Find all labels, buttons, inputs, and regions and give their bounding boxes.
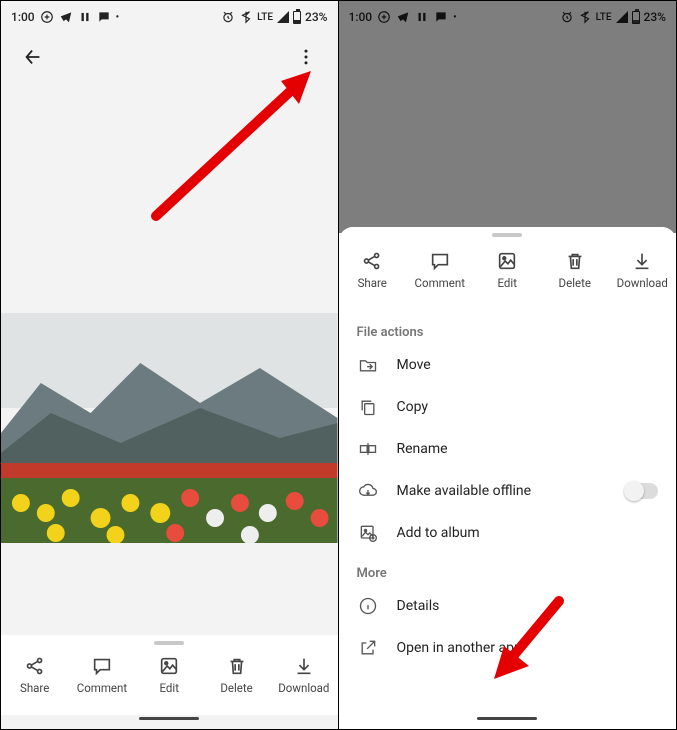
telegram-icon: [59, 10, 73, 24]
edit-button[interactable]: Edit: [139, 655, 199, 695]
edit-label: Edit: [159, 681, 178, 695]
comment-label: Comment: [415, 276, 465, 290]
copy-item[interactable]: Copy: [339, 386, 677, 428]
rename-icon: [357, 438, 379, 460]
left-screenshot: 1:00 •: [1, 1, 339, 729]
back-button[interactable]: [15, 39, 51, 75]
overflow-menu-button[interactable]: [288, 39, 324, 75]
status-time: 1:00: [349, 10, 373, 24]
download-label: Download: [278, 681, 329, 695]
drag-handle[interactable]: [154, 641, 184, 645]
status-bar: 1:00 •: [339, 1, 677, 33]
cloud-download-icon: [357, 480, 379, 502]
share-label: Share: [20, 681, 49, 695]
photo-image: [1, 313, 338, 543]
pause-icon: [78, 10, 92, 24]
details-item[interactable]: Details: [339, 585, 677, 627]
notification-icon: [377, 10, 391, 24]
add-album-item[interactable]: Add to album: [339, 512, 677, 554]
sheet-action-row: Share Comment Edit Delete Download: [339, 227, 677, 313]
scrim[interactable]: [339, 33, 677, 233]
battery-percent: 23%: [305, 10, 327, 24]
move-label: Move: [397, 357, 659, 373]
offline-item[interactable]: Make available offline: [339, 470, 677, 512]
comment-label: Comment: [77, 681, 127, 695]
network-label: LTE: [257, 12, 273, 23]
delete-label: Delete: [559, 276, 591, 290]
right-screenshot: 1:00 •: [339, 1, 677, 729]
photo-viewport[interactable]: [1, 81, 338, 635]
comment-button[interactable]: Comment: [72, 655, 132, 695]
more-notifications-icon: •: [453, 12, 457, 23]
more-notifications-icon: •: [116, 12, 120, 23]
open-other-app-label: Open in another app: [397, 640, 659, 656]
battery-icon: [632, 11, 640, 24]
status-time: 1:00: [11, 10, 35, 24]
telegram-icon: [396, 10, 410, 24]
move-item[interactable]: Move: [339, 344, 677, 386]
comment-button[interactable]: Comment: [410, 250, 470, 290]
message-icon: [97, 10, 111, 24]
add-album-label: Add to album: [397, 525, 659, 541]
battery-icon: [293, 11, 301, 24]
signal-icon: [616, 11, 628, 23]
folder-move-icon: [357, 354, 379, 376]
top-app-bar: [1, 33, 338, 81]
pause-icon: [415, 10, 429, 24]
details-label: Details: [397, 598, 659, 614]
open-other-app-item[interactable]: Open in another app: [339, 627, 677, 669]
offline-toggle[interactable]: [626, 483, 658, 499]
alarm-icon: [221, 10, 235, 24]
bottom-action-bar: Share Comment Edit Delete Download: [1, 635, 338, 715]
share-label: Share: [358, 276, 387, 290]
gesture-nav-bar: [1, 715, 338, 729]
edit-button[interactable]: Edit: [477, 250, 537, 290]
external-link-icon: [357, 637, 379, 659]
rename-item[interactable]: Rename: [339, 428, 677, 470]
delete-button[interactable]: Delete: [545, 250, 605, 290]
battery-percent: 23%: [644, 10, 666, 24]
signal-icon: [277, 11, 289, 23]
delete-button[interactable]: Delete: [207, 655, 267, 695]
drag-handle[interactable]: [492, 233, 522, 237]
bluetooth-icon: [239, 10, 253, 24]
offline-label: Make available offline: [397, 483, 609, 499]
add-album-icon: [357, 522, 379, 544]
message-icon: [434, 10, 448, 24]
info-icon: [357, 595, 379, 617]
section-file-actions: File actions: [339, 313, 677, 344]
status-bar: 1:00 •: [1, 1, 338, 33]
download-button[interactable]: Download: [612, 250, 672, 290]
share-button[interactable]: Share: [5, 655, 65, 695]
notification-icon: [40, 10, 54, 24]
network-label: LTE: [596, 12, 612, 23]
edit-label: Edit: [498, 276, 517, 290]
download-label: Download: [617, 276, 668, 290]
download-button[interactable]: Download: [274, 655, 334, 695]
bottom-sheet: Share Comment Edit Delete Download: [339, 227, 677, 715]
delete-label: Delete: [220, 681, 252, 695]
share-button[interactable]: Share: [342, 250, 402, 290]
bluetooth-icon: [578, 10, 592, 24]
section-more: More: [339, 554, 677, 585]
gesture-nav-bar: [339, 715, 677, 729]
copy-label: Copy: [397, 399, 659, 415]
copy-icon: [357, 396, 379, 418]
rename-label: Rename: [397, 441, 659, 457]
alarm-icon: [560, 10, 574, 24]
